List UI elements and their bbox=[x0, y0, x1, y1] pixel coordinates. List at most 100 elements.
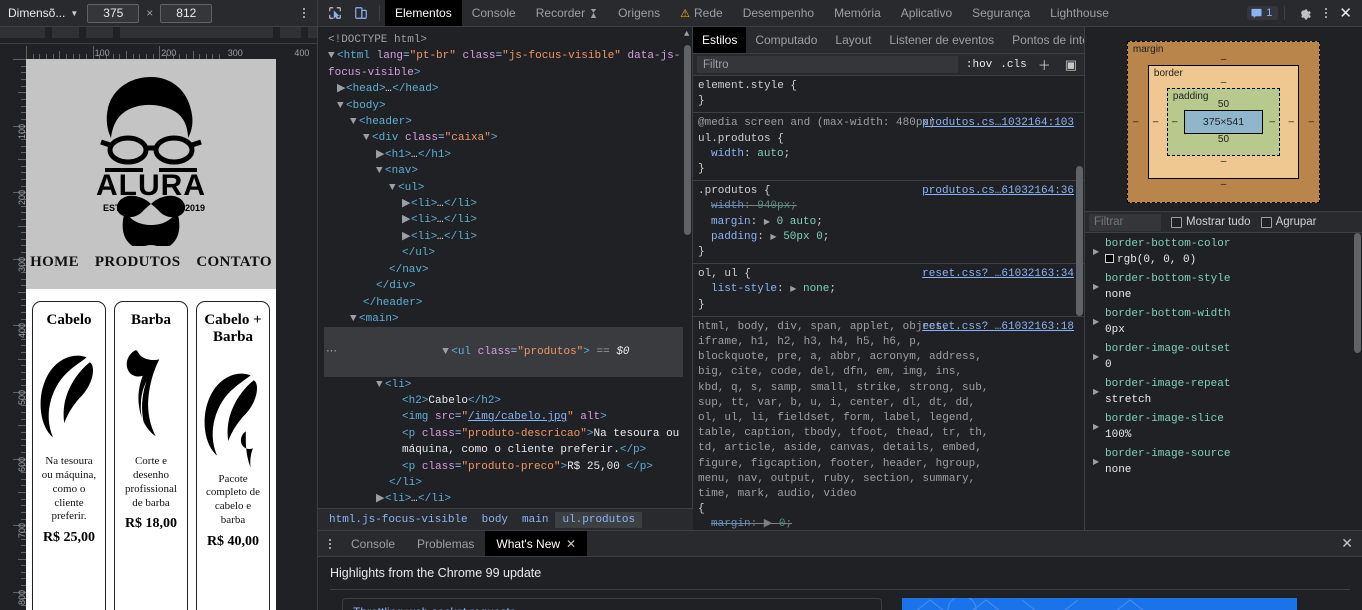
dom-line[interactable]: </nav> bbox=[324, 262, 692, 278]
tab-listener-de-eventos[interactable]: Listener de eventos bbox=[880, 27, 1003, 53]
viewport-height-input[interactable] bbox=[160, 3, 213, 23]
rule-selector[interactable]: element.style bbox=[698, 80, 784, 92]
drawer-close-icon[interactable]: ✕ bbox=[1332, 531, 1362, 556]
dom-line[interactable]: <p class="produto-preco">R$ 25,00 </p> bbox=[324, 459, 692, 475]
dom-line[interactable]: </li> bbox=[324, 475, 692, 491]
tab-lighthouse[interactable]: Lighthouse bbox=[1040, 0, 1119, 26]
dom-line[interactable]: ▶<li>…</li> bbox=[324, 229, 692, 245]
checkbox-icon[interactable] bbox=[1260, 216, 1272, 228]
dom-line[interactable]: <p class="produto-descricao">Na tesoura … bbox=[324, 426, 692, 442]
breadcrumb-item-ul-produtos[interactable]: ul.produtos bbox=[555, 511, 643, 528]
tab-rede[interactable]: ⚠ Rede bbox=[670, 0, 733, 26]
dom-line[interactable]: </ul> bbox=[324, 245, 692, 261]
css-property[interactable]: margin bbox=[711, 216, 751, 228]
device-preset-dropdown[interactable]: Dimensõ... ▼ bbox=[6, 4, 80, 22]
dom-line[interactable]: <img src="/img/cabelo.jpg" alt> bbox=[324, 409, 692, 425]
margin-bottom-value[interactable]: – bbox=[1148, 179, 1299, 190]
computed-property-row[interactable]: ▶ border-image-outset 0 bbox=[1085, 341, 1362, 376]
toggle-sidebar-icon[interactable]: ▣ bbox=[1062, 57, 1080, 73]
nav-link-home[interactable]: HOME bbox=[30, 254, 79, 271]
rule-source-link[interactable]: produtos.cs…1032164:103 bbox=[922, 116, 1074, 131]
tab-memoria[interactable]: Memória bbox=[824, 0, 891, 26]
dom-line[interactable]: <h2>Cabelo</h2> bbox=[324, 393, 692, 409]
whats-new-card-title[interactable]: Throttling web socket requests bbox=[353, 605, 871, 610]
drawer-tab-console[interactable]: Console bbox=[340, 531, 406, 556]
dom-line[interactable]: ▶<li>…</li> bbox=[324, 491, 692, 507]
tab-layout[interactable]: Layout bbox=[826, 27, 880, 53]
scroll-up-arrow-icon[interactable]: ▲ bbox=[684, 29, 689, 39]
dom-line[interactable]: ▼ <html lang="pt-br" class="js-focus-visi… bbox=[324, 48, 692, 64]
padding-left-value[interactable]: – bbox=[1172, 117, 1178, 128]
expand-triangle-icon[interactable]: ▶ bbox=[1093, 315, 1099, 331]
scrollbar-thumb[interactable] bbox=[684, 45, 691, 235]
dom-line[interactable]: <!DOCTYPE html> bbox=[324, 32, 692, 48]
rule-selector[interactable]: ol, ul bbox=[698, 268, 738, 280]
border-bottom-value[interactable]: – bbox=[1167, 156, 1280, 167]
show-all-checkbox[interactable]: Mostrar tudo bbox=[1171, 216, 1251, 228]
style-rule[interactable]: reset.css? …61032163:34 ol, ul { list-st… bbox=[693, 264, 1084, 317]
css-value[interactable]: none bbox=[803, 283, 829, 295]
drawer-menu-kebab-icon[interactable] bbox=[320, 531, 340, 556]
gear-icon[interactable] bbox=[1291, 5, 1317, 21]
drawer-tab-whats-new[interactable]: What's New ✕ bbox=[485, 531, 588, 556]
scrollbar-thumb[interactable] bbox=[1076, 166, 1083, 316]
close-icon[interactable]: ✕ bbox=[566, 537, 576, 551]
rule-source-link[interactable]: reset.css? …61032163:18 bbox=[922, 320, 1074, 335]
overflow-dots-icon[interactable]: ⋯ bbox=[326, 344, 338, 360]
device-options-kebab-icon[interactable] bbox=[297, 4, 311, 22]
whats-new-card[interactable]: Throttling web socket requests bbox=[342, 598, 882, 610]
tab-computado[interactable]: Computado bbox=[746, 27, 826, 53]
dom-line[interactable]: ▼ <body> bbox=[324, 98, 692, 114]
dom-line[interactable]: focus-visible> bbox=[324, 65, 692, 81]
margin-right-value[interactable]: – bbox=[1309, 117, 1315, 128]
tab-console[interactable]: Console bbox=[462, 0, 526, 26]
computed-filter-input[interactable] bbox=[1089, 213, 1161, 231]
rule-selector[interactable]: ul.produtos bbox=[698, 133, 771, 145]
css-value[interactable]: 50px 0 bbox=[783, 231, 823, 243]
dom-line-selected[interactable]: ⋯ ▼ <ul class="produtos"> == $0 bbox=[324, 327, 692, 377]
breadcrumb-item-html[interactable]: html.js-focus-visible bbox=[322, 512, 475, 528]
computed-property-row[interactable]: ▶ border-bottom-style none bbox=[1085, 271, 1362, 306]
padding-right-value[interactable]: – bbox=[1270, 117, 1276, 128]
whats-new-card-thumbnail[interactable] bbox=[902, 598, 1297, 610]
border-left-value[interactable]: – bbox=[1153, 117, 1159, 128]
padding-bottom-value[interactable]: 50 bbox=[1184, 134, 1263, 145]
css-value[interactable]: 940px bbox=[757, 200, 790, 212]
box-model-padding[interactable]: padding 50 – – 375×541 50 bbox=[1166, 88, 1281, 156]
css-property[interactable]: padding bbox=[711, 231, 757, 243]
drawer-tab-problemas[interactable]: Problemas bbox=[406, 531, 485, 556]
style-rule[interactable]: element.style { } bbox=[693, 76, 1084, 114]
rule-selector[interactable]: .produtos bbox=[698, 185, 757, 197]
dom-line[interactable]: ▶<li>…</li> bbox=[324, 212, 692, 228]
css-property[interactable]: list-style bbox=[711, 283, 777, 295]
dom-line[interactable]: ▼ <li> bbox=[324, 377, 692, 393]
tab-desempenho[interactable]: Desempenho bbox=[733, 0, 824, 26]
css-value[interactable]: auto bbox=[757, 148, 783, 160]
breadcrumb-item-body[interactable]: body bbox=[475, 512, 515, 528]
border-right-value[interactable]: – bbox=[1289, 117, 1295, 128]
dom-line[interactable]: máquina, como o cliente preferir.</p> bbox=[324, 442, 692, 458]
tab-pontos-de-interrupcao-dom[interactable]: Pontos de interrupção DOM bbox=[1003, 27, 1084, 53]
rule-source-link[interactable]: reset.css? …61032163:34 bbox=[922, 267, 1074, 282]
emulated-viewport[interactable]: ALURA ESTD 2019 HOME PRODUTOS CONTATO • … bbox=[26, 59, 276, 610]
device-toolbar-icon[interactable] bbox=[348, 0, 374, 26]
dom-line[interactable]: ▼ <div class="caixa"> bbox=[324, 130, 692, 146]
checkbox-icon[interactable] bbox=[1171, 216, 1182, 228]
dom-line[interactable]: ▶<h1>…</h1> bbox=[324, 147, 692, 163]
css-property[interactable]: width bbox=[711, 148, 744, 160]
computed-property-row[interactable]: ▶ border-image-slice 100% bbox=[1085, 411, 1362, 446]
dom-line[interactable]: ▶<head>…</head> bbox=[324, 81, 692, 97]
plus-icon[interactable]: ＋ bbox=[1035, 55, 1054, 74]
computed-property-row[interactable]: ▶ border-image-repeat stretch bbox=[1085, 376, 1362, 411]
nav-link-produtos[interactable]: PRODUTOS bbox=[95, 254, 180, 271]
group-checkbox[interactable]: Agrupar bbox=[1260, 216, 1316, 228]
expand-triangle-icon[interactable]: ▶ bbox=[1093, 280, 1099, 296]
tab-elementos[interactable]: Elementos bbox=[385, 0, 462, 26]
produto-card[interactable]: Cabelo + Barba Pacote completo de cabelo… bbox=[196, 301, 270, 610]
viewport-width-input[interactable] bbox=[87, 3, 140, 23]
inspect-element-icon[interactable] bbox=[322, 0, 348, 26]
tab-aplicativo[interactable]: Aplicativo bbox=[891, 0, 962, 26]
css-value[interactable]: 0 auto bbox=[777, 216, 817, 228]
margin-left-value[interactable]: – bbox=[1133, 117, 1139, 128]
style-rule[interactable]: produtos.cs…61032164:36 .produtos { widt… bbox=[693, 181, 1084, 265]
